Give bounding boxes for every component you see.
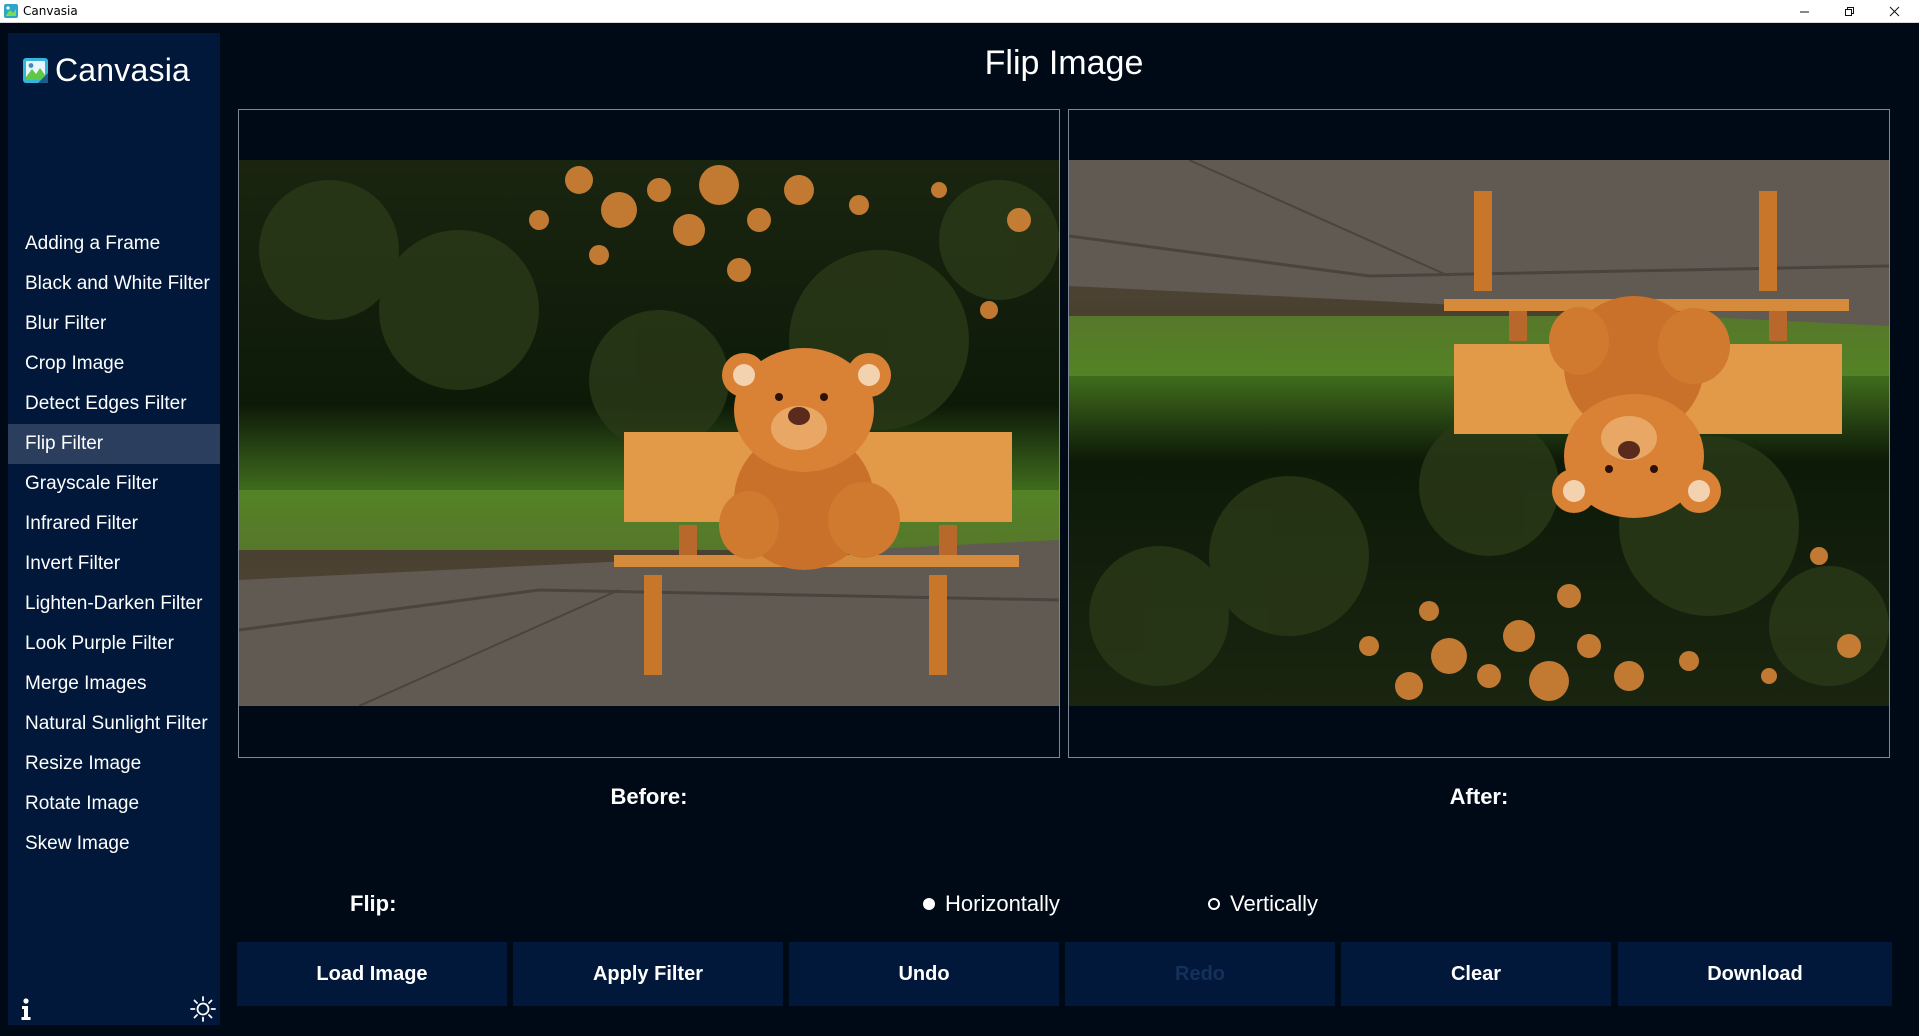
radio-selected-indicator [923, 898, 935, 910]
sidebar-item-black-and-white-filter[interactable]: Black and White Filter [8, 264, 220, 304]
sidebar-item-skew-image[interactable]: Skew Image [8, 824, 220, 864]
sidebar-item-detect-edges-filter[interactable]: Detect Edges Filter [8, 384, 220, 424]
restore-icon[interactable] [1826, 0, 1872, 22]
sun-icon[interactable] [189, 995, 217, 1023]
window-title: Canvasia [23, 4, 78, 18]
radio-unselected-indicator [1208, 898, 1220, 910]
brand: Canvasia [22, 52, 190, 89]
sidebar: Canvasia Adding a Frame Black and White … [8, 33, 220, 1025]
flip-label: Flip: [350, 891, 397, 916]
flip-vertically-radio[interactable]: Vertically [1208, 891, 1318, 917]
sidebar-item-natural-sunlight-filter[interactable]: Natural Sunlight Filter [8, 704, 220, 744]
sidebar-item-adding-a-frame[interactable]: Adding a Frame [8, 224, 220, 264]
sidebar-item-lighten-darken-filter[interactable]: Lighten-Darken Filter [8, 584, 220, 624]
sidebar-item-invert-filter[interactable]: Invert Filter [8, 544, 220, 584]
sidebar-item-merge-images[interactable]: Merge Images [8, 664, 220, 704]
page-title: Flip Image [984, 44, 1144, 82]
minimize-icon[interactable] [1781, 0, 1827, 22]
sidebar-item-resize-image[interactable]: Resize Image [8, 744, 220, 784]
brand-name: Canvasia [55, 52, 191, 88]
action-bar: Load Image Apply Filter Undo Redo Clear … [237, 942, 1892, 1006]
sidebar-item-infrared-filter[interactable]: Infrared Filter [8, 504, 220, 544]
after-label: After: [1449, 784, 1509, 809]
sidebar-item-flip-filter[interactable]: Flip Filter [8, 424, 220, 464]
sidebar-item-blur-filter[interactable]: Blur Filter [8, 304, 220, 344]
apply-filter-button[interactable]: Apply Filter [513, 942, 783, 1006]
canvasia-logo-icon [23, 58, 48, 83]
info-icon[interactable] [18, 996, 34, 1022]
close-icon[interactable] [1871, 0, 1917, 22]
flip-vertically-label: Vertically [1230, 891, 1319, 916]
redo-button[interactable]: Redo [1065, 942, 1335, 1006]
sidebar-item-look-purple-filter[interactable]: Look Purple Filter [8, 624, 220, 664]
sidebar-item-crop-image[interactable]: Crop Image [8, 344, 220, 384]
sidebar-nav: Adding a Frame Black and White Filter Bl… [8, 224, 220, 864]
undo-button[interactable]: Undo [789, 942, 1059, 1006]
before-label: Before: [610, 784, 688, 809]
sidebar-item-rotate-image[interactable]: Rotate Image [8, 784, 220, 824]
flip-horizontally-radio[interactable]: Horizontally [923, 891, 1060, 917]
sidebar-item-grayscale-filter[interactable]: Grayscale Filter [8, 464, 220, 504]
before-image [239, 160, 1059, 706]
window-titlebar: Canvasia [0, 0, 1919, 23]
app-icon [4, 4, 18, 18]
download-button[interactable]: Download [1618, 942, 1892, 1006]
after-image-panel [1068, 109, 1890, 758]
before-image-panel [238, 109, 1060, 758]
load-image-button[interactable]: Load Image [237, 942, 507, 1006]
after-image [1069, 160, 1889, 706]
flip-horizontally-label: Horizontally [945, 891, 1060, 916]
clear-button[interactable]: Clear [1341, 942, 1611, 1006]
